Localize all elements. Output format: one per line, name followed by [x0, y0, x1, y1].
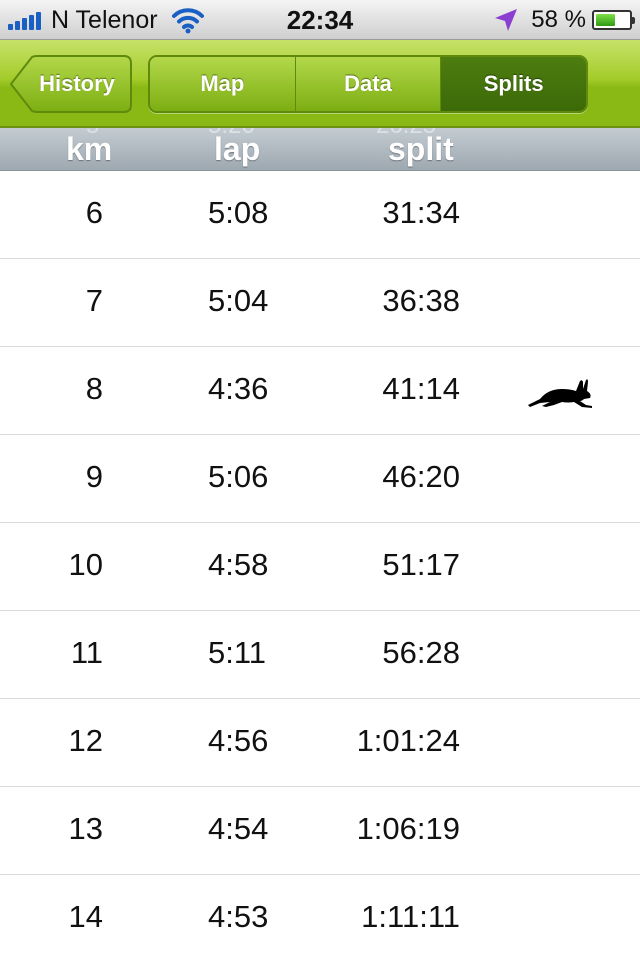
view-segmented-control: Map Data Splits [148, 55, 588, 113]
split-time: 1:11:11 [361, 899, 460, 934]
km-value: 10 [68, 547, 103, 582]
navigation-bar: History Map Data Splits [0, 40, 640, 128]
lap-time: 5:04 [208, 283, 269, 318]
km-column-heading: km [66, 131, 113, 167]
split-time: 1:01:24 [356, 723, 460, 758]
split-row[interactable]: 6 5:08 31:34 [0, 171, 640, 259]
km-value: 6 [85, 195, 103, 230]
battery-icon [592, 10, 635, 30]
split-row[interactable]: 14 4:53 1:11:11 [0, 875, 640, 960]
back-button[interactable]: History [10, 55, 132, 113]
lap-time: 5:06 [208, 459, 269, 494]
km-value: 8 [85, 371, 103, 406]
split-row[interactable]: 10 4:58 51:17 [0, 523, 640, 611]
lap-time: 4:56 [208, 723, 269, 758]
lap-time: 4:58 [208, 547, 269, 582]
segment-splits[interactable]: Splits [441, 57, 586, 111]
split-row[interactable]: 9 5:06 46:20 [0, 435, 640, 523]
split-time: 56:28 [382, 635, 460, 670]
location-arrow-icon [495, 9, 518, 31]
splits-column-header: 5 5:26 26:25 km lap split [0, 128, 640, 171]
km-value: 13 [68, 811, 103, 846]
split-time: 41:14 [382, 371, 460, 406]
splits-table: 6 5:08 31:34 7 5:04 36:38 8 4:36 41:14 9… [0, 171, 640, 960]
split-time: 51:17 [382, 547, 460, 582]
km-value: 12 [68, 723, 103, 758]
segment-map[interactable]: Map [150, 57, 296, 111]
lap-time: 4:54 [208, 811, 269, 846]
back-button-label: History [39, 71, 115, 96]
battery-percent: 58 % [531, 6, 586, 33]
split-time: 31:34 [382, 195, 460, 230]
km-value: 7 [85, 283, 103, 318]
km-value: 14 [68, 899, 103, 934]
km-value: 9 [85, 459, 103, 494]
battery-level [596, 14, 615, 26]
split-row[interactable]: 11 5:11 56:28 [0, 611, 640, 699]
segment-data[interactable]: Data [295, 57, 442, 111]
lap-time: 5:08 [208, 195, 269, 230]
km-value: 11 [70, 635, 103, 670]
split-time: 36:38 [382, 283, 460, 318]
lap-column-heading: lap [214, 131, 261, 167]
split-row[interactable]: 7 5:04 36:38 [0, 259, 640, 347]
hare-icon [528, 379, 592, 408]
split-time: 46:20 [382, 459, 460, 494]
split-row[interactable]: 8 4:36 41:14 [0, 347, 640, 435]
lap-time: 5:11 [208, 635, 267, 670]
split-column-heading: split [388, 131, 454, 167]
status-bar: N Telenor 22:34 58 % [0, 0, 640, 40]
lap-time: 4:36 [208, 371, 269, 406]
split-row[interactable]: 12 4:56 1:01:24 [0, 699, 640, 787]
status-right: 58 % [493, 6, 635, 34]
split-time: 1:06:19 [356, 811, 460, 846]
lap-time: 4:53 [208, 899, 269, 934]
split-row[interactable]: 13 4:54 1:06:19 [0, 787, 640, 875]
